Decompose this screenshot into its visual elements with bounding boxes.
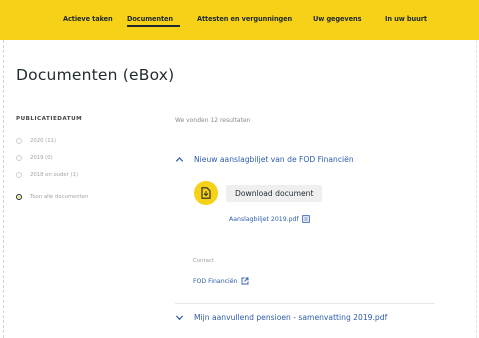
result-count: We vonden 12 resultaten xyxy=(175,117,251,124)
accordion-title: Nieuw aanslagbiljet van de FOD Financiën xyxy=(194,155,354,164)
nav-tab-attesten[interactable]: Attesten en vergunningen xyxy=(197,15,292,23)
radio-button-selected[interactable] xyxy=(16,194,22,200)
accordion-title: Mijn aanvullend pensioen - samenvatting … xyxy=(194,313,388,322)
section-divider xyxy=(175,303,435,304)
filter-heading: PUBLICATIEDATUM xyxy=(16,116,83,122)
page-title: Documenten (eBox) xyxy=(16,66,175,84)
contact-link[interactable]: FOD Financiën xyxy=(193,277,249,285)
filter-option-label: 2018 en ouder (1) xyxy=(30,172,79,178)
filter-option-label: 2020 (11) xyxy=(30,138,57,144)
app-frame: Actieve taken Documenten Attesten en ver… xyxy=(0,0,479,338)
accordion-item-pensioen[interactable]: Mijn aanvullend pensioen - samenvatting … xyxy=(175,313,387,322)
file-link[interactable]: Aanslagbiljet 2019.pdf xyxy=(229,215,310,223)
document-icon[interactable] xyxy=(194,181,218,205)
file-preview-icon xyxy=(301,215,310,223)
external-link-icon xyxy=(242,277,249,285)
chevron-up-icon xyxy=(175,156,184,162)
download-document-button[interactable]: Download document xyxy=(226,184,323,202)
download-row: Download document xyxy=(194,181,323,205)
accordion-item-aanslagbiljet[interactable]: Nieuw aanslagbiljet van de FOD Financiën xyxy=(175,155,354,164)
file-link-label: Aanslagbiljet 2019.pdf xyxy=(229,215,299,223)
nav-tab-in-uw-buurt[interactable]: In uw buurt xyxy=(385,15,427,23)
top-navigation: Actieve taken Documenten Attesten en ver… xyxy=(0,0,479,40)
contact-label: Contact xyxy=(193,258,214,264)
nav-tab-documenten[interactable]: Documenten xyxy=(127,15,173,23)
filter-option-2018-en-ouder[interactable]: 2018 en ouder (1) xyxy=(16,170,78,180)
nav-tab-uw-gegevens[interactable]: Uw gegevens xyxy=(313,15,362,23)
filter-option-label: Toon alle documenten xyxy=(30,194,89,200)
radio-button[interactable] xyxy=(16,138,22,144)
filter-option-2019[interactable]: 2019 (0) xyxy=(16,153,53,163)
active-tab-indicator xyxy=(127,25,180,27)
left-edge-border xyxy=(0,40,4,338)
filter-option-label: 2019 (0) xyxy=(30,155,53,161)
filter-option-2020[interactable]: 2020 (11) xyxy=(16,136,56,146)
chevron-down-icon xyxy=(175,315,184,321)
radio-button[interactable] xyxy=(16,172,22,178)
contact-link-label: FOD Financiën xyxy=(193,277,238,285)
radio-button[interactable] xyxy=(16,155,22,161)
filter-option-toon-alle[interactable]: Toon alle documenten xyxy=(16,192,88,202)
nav-tab-actieve-taken[interactable]: Actieve taken xyxy=(63,15,113,23)
